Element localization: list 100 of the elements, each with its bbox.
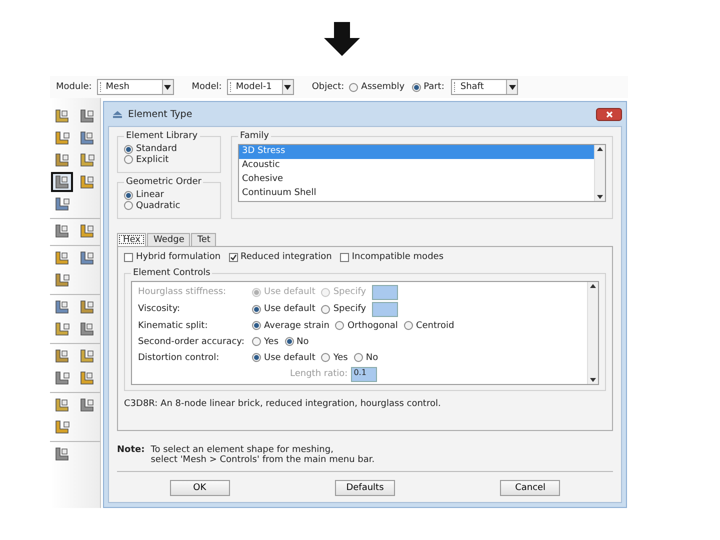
tool-icon <box>79 370 95 386</box>
radio-label: Centroid <box>416 320 454 330</box>
dialog-button[interactable]: OK <box>170 480 230 496</box>
tool-icon <box>54 321 70 337</box>
checkbox-label: Hybrid formulation <box>136 252 221 262</box>
radio-label: No <box>296 336 309 346</box>
scroll-down-icon <box>597 195 603 199</box>
tool-icon <box>54 250 70 266</box>
input-field[interactable] <box>372 302 398 316</box>
field-label: Object: <box>312 82 344 92</box>
tool-icon <box>54 348 70 364</box>
element-description: C3D8R: An 8-node linear brick, reduced integration, hourglass control. <box>124 398 442 411</box>
toolbox-button[interactable] <box>51 172 73 192</box>
list-item[interactable]: Acoustic <box>239 159 594 173</box>
tool-icon <box>79 130 95 146</box>
group-title: Family <box>239 131 270 141</box>
tool-icon <box>79 250 95 266</box>
radio-button[interactable] <box>335 321 344 330</box>
tool-icon <box>54 446 70 462</box>
radio-label: Part: <box>424 82 444 92</box>
field-label: Model: <box>192 82 222 92</box>
dropdown-arrow-icon <box>508 84 516 90</box>
tool-icon <box>54 152 70 168</box>
tool-icon <box>54 272 70 288</box>
list-item[interactable]: Cohesive <box>239 173 594 187</box>
field-label: Module: <box>56 82 92 92</box>
tool-icon <box>54 223 70 239</box>
tab[interactable]: Tet <box>191 233 216 246</box>
window-icon <box>112 110 123 118</box>
field-label: Second-order accuracy: <box>138 336 246 346</box>
dropdown-arrow-icon <box>284 84 292 90</box>
radio-button[interactable] <box>354 353 363 362</box>
radio-button[interactable] <box>321 304 330 314</box>
radio-button[interactable] <box>252 337 261 346</box>
checkbox-label: Reduced integration <box>240 252 332 262</box>
dialog-button[interactable]: Defaults <box>334 480 395 496</box>
radio-button[interactable] <box>124 155 133 164</box>
dropdown-arrow-icon <box>164 84 172 90</box>
radio-label: Use default <box>264 304 316 314</box>
radio-button[interactable] <box>404 321 413 330</box>
tab[interactable]: Wedge <box>147 233 190 246</box>
tool-icon <box>79 174 95 190</box>
tool-icon <box>54 108 70 124</box>
list-item[interactable]: Continuum Shell <box>239 187 594 201</box>
radio-label: Explicit <box>136 154 169 164</box>
note-text: To select an element shape for meshing, <box>150 445 334 455</box>
radio-button[interactable] <box>252 321 261 330</box>
radio-label: Use default <box>264 352 316 362</box>
tool-icon <box>79 223 95 239</box>
radio-button[interactable] <box>252 304 261 314</box>
tool-icon <box>79 152 95 168</box>
radio-button[interactable] <box>124 144 133 154</box>
radio-label: Linear <box>136 190 164 200</box>
model-dropdown[interactable]: Model-1 <box>226 79 294 95</box>
radio-label: Specify <box>333 304 366 314</box>
field-label: Length ratio: <box>290 369 348 379</box>
field-label: Kinematic split: <box>138 320 209 330</box>
scroll-up-icon <box>590 284 596 288</box>
radio-label: Average strain <box>264 320 330 330</box>
dialog-button[interactable]: Cancel <box>500 480 560 496</box>
checkbox[interactable] <box>124 252 133 262</box>
group-title: Element Controls <box>132 268 212 278</box>
radio-button[interactable] <box>349 82 358 92</box>
note-text: select 'Mesh > Controls' from the main menu bar. <box>150 455 375 465</box>
radio-button[interactable] <box>412 82 421 92</box>
tool-icon <box>54 397 70 413</box>
tool-icon <box>54 174 70 190</box>
radio-button[interactable] <box>252 353 261 362</box>
radio-label: Yes <box>333 352 348 362</box>
tool-icon <box>79 321 95 337</box>
radio-label: No <box>366 352 378 362</box>
radio-button[interactable] <box>124 201 133 210</box>
window-title: Element Type <box>128 108 192 120</box>
tool-icon <box>54 299 70 315</box>
radio-label: Specify <box>333 287 366 297</box>
checkbox-label: Incompatible modes <box>352 252 444 262</box>
tool-icon <box>54 130 70 146</box>
radio-label: Yes <box>264 336 279 346</box>
radio-button[interactable] <box>124 190 133 200</box>
down-arrow-icon <box>324 22 360 56</box>
checkbox[interactable] <box>340 252 349 262</box>
tool-icon <box>79 299 95 315</box>
field-label: Hourglass stiffness: <box>138 287 228 297</box>
checkbox[interactable] <box>228 252 238 262</box>
field-label: Distortion control: <box>138 352 220 362</box>
close-button[interactable] <box>596 108 622 120</box>
field-label: Viscosity: <box>138 304 182 314</box>
scroll-down-icon <box>590 378 596 382</box>
tool-icon <box>79 348 95 364</box>
tool-icon <box>79 397 95 413</box>
radio-button[interactable] <box>284 337 294 346</box>
part-dropdown[interactable]: Shaft <box>451 79 518 95</box>
close-icon <box>606 110 612 118</box>
tool-icon <box>54 419 70 435</box>
radio-button[interactable] <box>321 353 330 362</box>
module-dropdown[interactable]: Mesh <box>96 79 174 95</box>
group-title: Geometric Order <box>125 177 202 187</box>
radio-label: Standard <box>136 144 177 154</box>
tab[interactable]: Hex <box>117 233 146 246</box>
tool-icon <box>54 370 70 386</box>
